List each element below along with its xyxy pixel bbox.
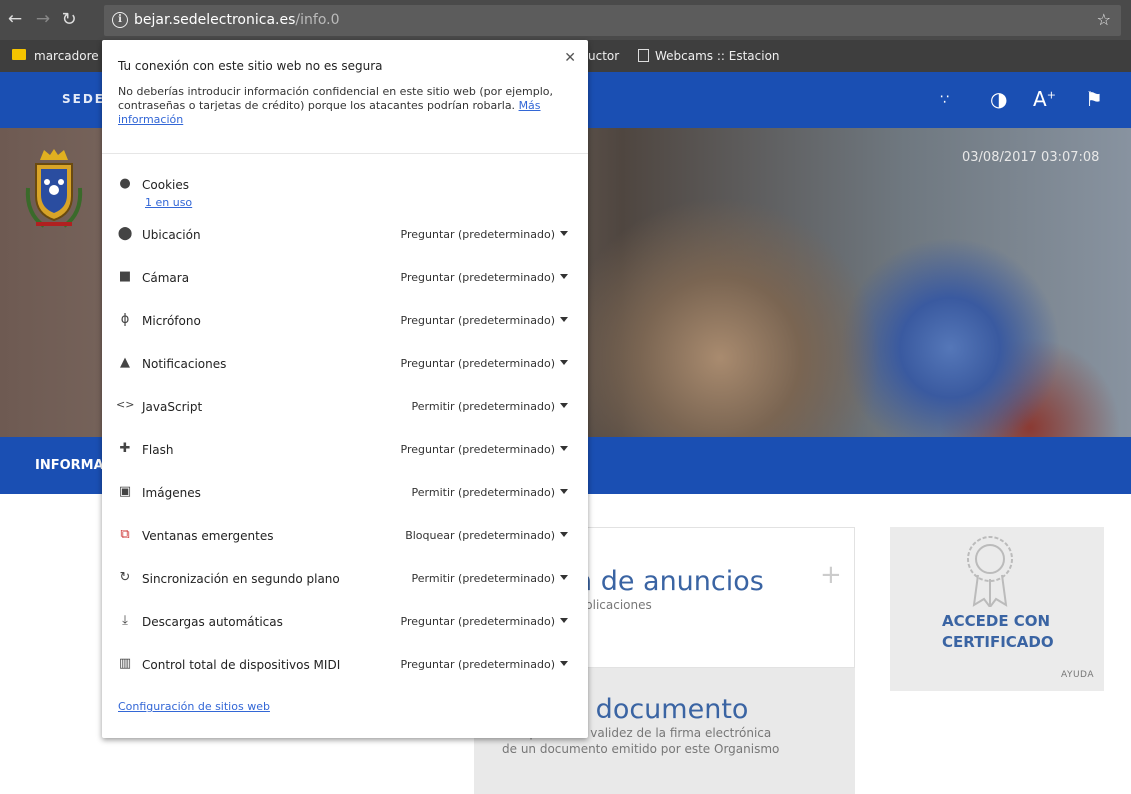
url-text: bejar.sedelectronica.es/info.0 xyxy=(134,12,340,28)
permission-select[interactable]: Preguntar (predeterminado) xyxy=(401,658,568,671)
help-link[interactable]: AYUDA xyxy=(1061,670,1094,680)
card-title: r documento xyxy=(576,694,749,725)
permission-label: Descargas automáticas xyxy=(142,615,283,629)
permission-label: JavaScript xyxy=(142,400,203,414)
certificado-card[interactable]: ACCEDE CON CERTIFICADO AYUDA xyxy=(890,527,1104,691)
permission-row-notificaciones: ▲ Notificaciones Preguntar (predetermina… xyxy=(102,353,588,375)
permission-row-ventanas-emergentes: ⧉ Ventanas emergentes Bloquear (predeter… xyxy=(102,525,588,547)
permission-select[interactable]: Preguntar (predeterminado) xyxy=(401,357,568,370)
permission-row-midi: ▥ Control total de dispositivos MIDI Pre… xyxy=(102,654,588,676)
bookmark-item[interactable]: uctor xyxy=(588,49,619,63)
permission-row-ubicacion: ⬤ Ubicación Preguntar (predeterminado) xyxy=(102,224,588,246)
permission-row-imagenes: ▣ Imágenes Permitir (predeterminado) xyxy=(102,482,588,504)
page-icon xyxy=(638,49,649,62)
permission-label: Ventanas emergentes xyxy=(142,529,274,543)
permission-row-microfono: ϕ Micrófono Preguntar (predeterminado) xyxy=(102,310,588,332)
popup-title: Tu conexión con este sitio web no es seg… xyxy=(118,59,383,73)
back-arrow-icon[interactable]: ← xyxy=(6,9,24,29)
permission-select[interactable]: Permitir (predeterminado) xyxy=(412,400,568,413)
bookmark-item-webcams[interactable]: Webcams :: Estacion xyxy=(638,49,780,63)
folder-icon xyxy=(12,49,26,60)
card-subtitle: de un documento emitido por este Organis… xyxy=(502,742,780,756)
permission-row-camara: ■ Cámara Preguntar (predeterminado) xyxy=(102,267,588,289)
font-size-icon[interactable]: A+ xyxy=(1033,87,1056,111)
permission-row-descargas: ⤓ Descargas automáticas Preguntar (prede… xyxy=(102,611,588,633)
permission-row-javascript: <> JavaScript Permitir (predeterminado) xyxy=(102,396,588,418)
permission-label: Ubicación xyxy=(142,228,201,242)
permission-label: Micrófono xyxy=(142,314,201,328)
permission-label: Cámara xyxy=(142,271,190,285)
reload-icon[interactable]: ↻ xyxy=(60,9,78,30)
nav-item-informacion[interactable]: INFORMA xyxy=(35,458,104,473)
permission-label: Flash xyxy=(142,443,174,457)
permission-row-sincronizacion: ↻ Sincronización en segundo plano Permit… xyxy=(102,568,588,590)
datetime: 03/08/2017 03:07:08 xyxy=(962,150,1100,165)
plus-icon[interactable]: + xyxy=(820,560,842,590)
permission-row-cookies: ● Cookies xyxy=(102,174,588,196)
address-bar[interactable]: i bejar.sedelectronica.es/info.0 ☆ xyxy=(104,5,1121,36)
midi-icon: ▥ xyxy=(118,656,132,671)
permission-row-flash: ✚ Flash Preguntar (predeterminado) xyxy=(102,439,588,461)
contrast-icon[interactable]: ◑ xyxy=(990,87,1007,111)
permission-label: Imágenes xyxy=(142,486,201,500)
info-icon[interactable]: i xyxy=(112,12,128,28)
cookie-icon: ● xyxy=(119,176,131,191)
popup-blocked-icon: ⧉ xyxy=(120,527,130,542)
card-title: n de anuncios xyxy=(575,566,764,597)
forward-arrow-icon[interactable]: → xyxy=(34,9,52,29)
permission-label: Notificaciones xyxy=(142,357,227,371)
code-icon: <> xyxy=(116,398,135,411)
permission-label: Control total de dispositivos MIDI xyxy=(142,658,341,672)
location-icon: ⬤ xyxy=(117,226,133,241)
permission-select[interactable]: Bloquear (predeterminado) xyxy=(405,529,568,542)
permission-select[interactable]: Preguntar (predeterminado) xyxy=(401,271,568,284)
grid-dots-icon[interactable]: ∵ xyxy=(940,92,949,108)
site-title: SEDE xyxy=(62,92,105,106)
image-icon: ▣ xyxy=(118,484,132,499)
permission-select[interactable]: Preguntar (predeterminado) xyxy=(401,314,568,327)
cookies-in-use-link[interactable]: 1 en uso xyxy=(145,196,192,209)
site-settings-link[interactable]: Configuración de sitios web xyxy=(118,700,270,713)
close-icon[interactable]: ✕ xyxy=(564,50,576,66)
permission-select[interactable]: Preguntar (predeterminado) xyxy=(401,615,568,628)
permission-select[interactable]: Permitir (predeterminado) xyxy=(412,486,568,499)
certificate-badge-icon xyxy=(967,536,1013,607)
permission-label: Cookies xyxy=(142,178,189,192)
microphone-icon: ϕ xyxy=(120,312,130,327)
bookmark-star-icon[interactable]: ☆ xyxy=(1097,10,1111,29)
camera-icon: ■ xyxy=(118,269,132,284)
popup-description: No deberías introducir información confi… xyxy=(118,85,553,126)
permission-select[interactable]: Preguntar (predeterminado) xyxy=(401,443,568,456)
download-icon: ⤓ xyxy=(122,613,128,628)
browser-toolbar: ← → ↻ i bejar.sedelectronica.es/info.0 ☆ xyxy=(0,0,1131,40)
bell-icon: ▲ xyxy=(120,355,130,370)
card-subtitle: plicaciones xyxy=(585,598,652,612)
divider xyxy=(102,153,588,154)
bookmark-item[interactable]: marcadore xyxy=(34,49,99,63)
flag-icon[interactable]: ⚑ xyxy=(1085,87,1103,111)
sync-icon: ↻ xyxy=(119,570,131,585)
puzzle-icon: ✚ xyxy=(119,441,131,456)
certificado-title: ACCEDE CON CERTIFICADO xyxy=(942,612,1054,651)
permission-label: Sincronización en segundo plano xyxy=(142,572,340,586)
site-info-popup: ✕ Tu conexión con este sitio web no es s… xyxy=(102,40,588,738)
permission-select[interactable]: Permitir (predeterminado) xyxy=(412,572,568,585)
permission-select[interactable]: Preguntar (predeterminado) xyxy=(401,228,568,241)
coat-of-arms-icon xyxy=(25,149,83,228)
